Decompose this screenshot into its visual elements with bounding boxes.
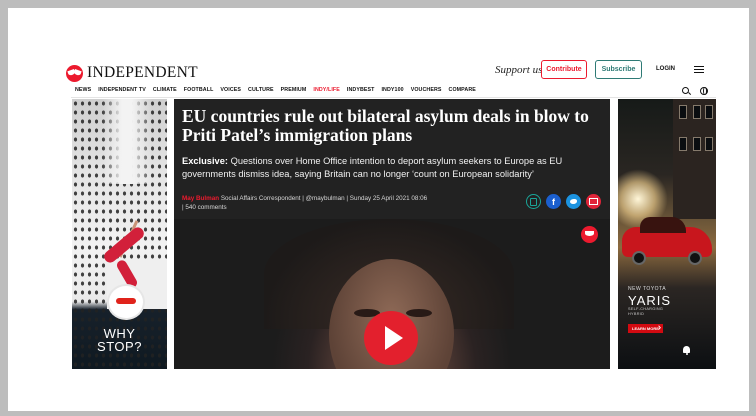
ad-brand-line: NEW TOYOTA <box>628 286 667 292</box>
bell-icon[interactable] <box>683 346 690 355</box>
ad-model-name: YARIS <box>628 293 672 308</box>
main-nav: NEWS INDEPENDENT TV CLIMATE FOOTBALL VOI… <box>75 87 476 93</box>
login-link[interactable]: LOGIN <box>656 66 675 72</box>
which-award-badge <box>109 286 143 318</box>
video-subject-eye <box>406 309 432 317</box>
play-icon[interactable] <box>364 311 418 365</box>
facebook-icon[interactable]: f <box>546 194 561 209</box>
share-bar: f <box>526 194 601 209</box>
nav-item-football[interactable]: FOOTBALL <box>184 87 214 93</box>
building-window <box>679 105 687 119</box>
building-window <box>679 137 687 151</box>
building-window <box>705 137 713 151</box>
ad-left-slogan: WHY STOP? <box>97 326 142 354</box>
car-wheel <box>688 251 702 265</box>
ad-highlight <box>102 99 152 184</box>
video-player[interactable] <box>174 219 610 369</box>
nav-item-news[interactable]: NEWS <box>75 87 91 93</box>
article-hero: EU countries rule out bilateral asylum d… <box>174 99 610 369</box>
hamburger-menu-icon[interactable] <box>694 66 704 73</box>
learn-more-button[interactable]: LEARN MORE <box>628 324 663 333</box>
comments-link[interactable]: | 540 comments <box>182 204 227 211</box>
right-advert[interactable]: NEW TOYOTA YARIS SELF-CHARGING HYBRID LE… <box>618 99 716 369</box>
ad-tagline: SELF-CHARGING HYBRID <box>628 307 664 316</box>
building-window <box>693 137 701 151</box>
twitter-icon[interactable] <box>566 194 581 209</box>
nav-item-premium[interactable]: PREMIUM <box>281 87 307 93</box>
byline-details: Social Affairs Correspondent | @maybulma… <box>219 195 428 202</box>
article-headline[interactable]: EU countries rule out bilateral asylum d… <box>182 107 602 145</box>
article-standfirst: Exclusive: Questions over Home Office in… <box>182 155 592 181</box>
building-window <box>693 105 701 119</box>
car-wheel <box>632 251 646 265</box>
nav-item-indy100[interactable]: INDY100 <box>381 87 403 93</box>
nav-item-indy-life[interactable]: INDY/LIFE <box>313 87 340 93</box>
nav-item-independent-tv[interactable]: INDEPENDENT TV <box>98 87 146 93</box>
subscribe-button[interactable]: Subscribe <box>595 60 642 79</box>
email-icon[interactable] <box>586 194 601 209</box>
ad-building <box>673 99 716 219</box>
building-window <box>705 105 713 119</box>
author-link[interactable]: May Bulman <box>182 195 219 202</box>
video-logo-icon <box>581 226 598 243</box>
standfirst-label: Exclusive: <box>182 156 228 166</box>
globe-icon[interactable] <box>700 87 708 95</box>
article-byline: May Bulman Social Affairs Correspondent … <box>182 194 427 212</box>
nav-item-climate[interactable]: CLIMATE <box>153 87 177 93</box>
nav-item-indybest[interactable]: INDYBEST <box>347 87 375 93</box>
standfirst-text: Questions over Home Office intention to … <box>182 156 563 179</box>
nav-item-vouchers[interactable]: VOUCHERS <box>411 87 442 93</box>
logo-text: INDEPENDENT <box>87 64 198 81</box>
site-logo[interactable]: INDEPENDENT <box>66 64 198 82</box>
support-us-text: Support us <box>495 64 543 76</box>
nav-item-voices[interactable]: VOICES <box>220 87 241 93</box>
contribute-button[interactable]: Contribute <box>541 60 587 79</box>
search-icon[interactable] <box>682 87 689 94</box>
nav-divider <box>71 97 716 98</box>
eagle-logo-icon <box>66 64 83 82</box>
nav-item-culture[interactable]: CULTURE <box>248 87 274 93</box>
left-advert[interactable]: WHY STOP? <box>72 99 167 369</box>
copy-link-icon[interactable] <box>526 194 541 209</box>
nav-item-compare[interactable]: COMPARE <box>449 87 476 93</box>
